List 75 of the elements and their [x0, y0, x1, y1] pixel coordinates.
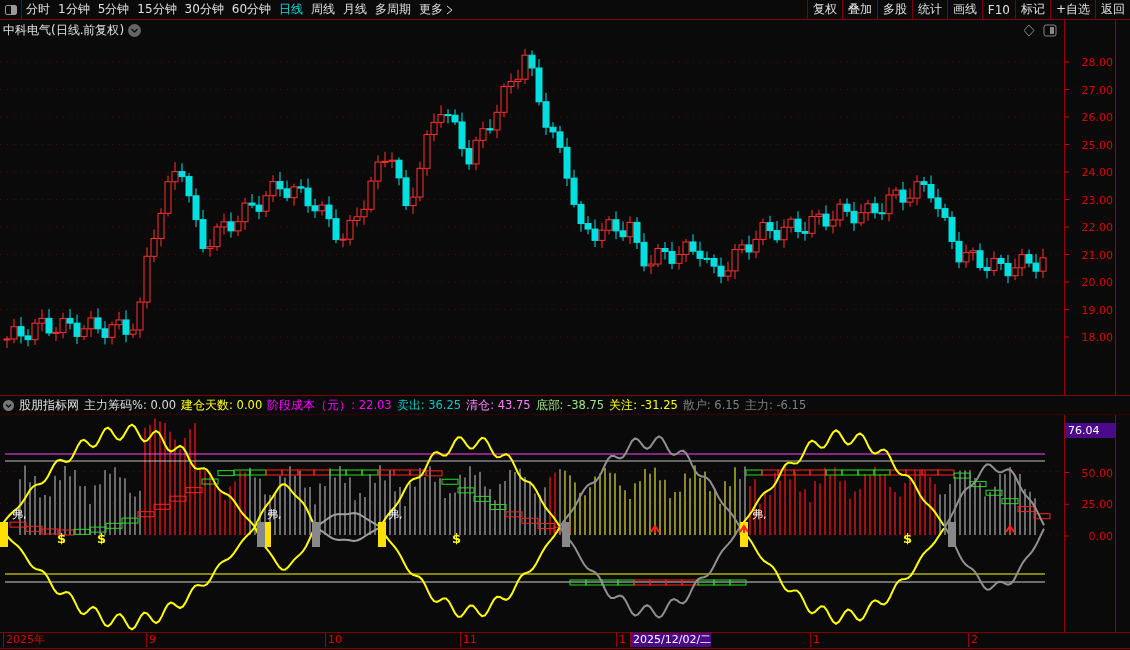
up-arrow-icon	[1005, 524, 1015, 534]
period-tab[interactable]: 分时	[22, 0, 54, 19]
indicator-value: 关注: -31.25	[609, 397, 678, 413]
buy-mark-label: 弗,	[388, 508, 403, 521]
price-axis-label: 22.00	[1081, 221, 1113, 234]
signal-label: $	[97, 531, 107, 546]
indicator-value: 阶段成本（元）: 22.03	[267, 397, 392, 413]
price-axis-label: 19.00	[1081, 303, 1113, 317]
date-label: 10	[325, 633, 342, 647]
period-tab[interactable]: 30分钟	[180, 0, 228, 19]
price-axis-label: 24.00	[1081, 166, 1113, 179]
indicator-axis-label: 50.00	[1081, 466, 1113, 480]
value-badge: 76.04	[1065, 423, 1115, 438]
price-axis-label: 23.00	[1081, 193, 1113, 207]
price-axis-label: 27.00	[1081, 83, 1113, 97]
indicator-axis-label: 0.00	[1088, 530, 1113, 543]
toolbar-button[interactable]: 统计	[911, 0, 947, 19]
stock-title: 中科电气(日线.前复权)	[3, 22, 125, 39]
signal-block	[378, 522, 386, 547]
toolbar-button[interactable]: 画线	[946, 0, 982, 19]
indicator-value: 底部: -38.75	[535, 397, 605, 413]
up-arrow-icon	[739, 524, 749, 534]
up-arrow-icon	[650, 524, 660, 534]
dropdown-icon[interactable]	[128, 24, 142, 37]
period-tab[interactable]: 60分钟	[227, 0, 276, 19]
panel-toggle-icon[interactable]	[1043, 24, 1057, 37]
indicator-name: 股朋指标网	[19, 397, 79, 413]
signal-block	[0, 522, 8, 547]
period-tab[interactable]: 日线	[275, 0, 308, 19]
signal-block	[740, 522, 748, 547]
price-axis-label: 26.00	[1081, 111, 1113, 124]
signal-block	[562, 522, 570, 547]
indicator-value: 主力筹码%: 0.00	[84, 397, 177, 413]
price-axis-label: 21.00	[1081, 248, 1113, 262]
signal-block	[312, 522, 320, 547]
indicator-axis-label: 25.00	[1081, 498, 1113, 512]
price-axis-label: 20.00	[1081, 276, 1113, 289]
date-label: 2025/12/02/二	[630, 633, 712, 647]
signal-label: $	[57, 531, 67, 546]
collapse-icon[interactable]	[3, 399, 14, 411]
signal-block	[948, 522, 956, 547]
signal-label: $	[452, 531, 462, 546]
toolbar-button[interactable]: +自选	[1049, 0, 1095, 19]
date-label: 2	[968, 633, 978, 647]
toolbar-button[interactable]: 复权	[806, 0, 842, 19]
indicator-value: 清仓: 43.75	[466, 397, 531, 413]
period-tab[interactable]: 5分钟	[93, 0, 134, 19]
price-axis-label: 28.00	[1081, 56, 1113, 69]
more-button[interactable]: 更多	[415, 0, 458, 19]
indicator-value: 主力: -6.15	[744, 397, 807, 413]
period-tab[interactable]: 多周期	[371, 0, 416, 19]
diamond-icon[interactable]	[1024, 24, 1035, 37]
date-label: 1	[616, 633, 626, 647]
toolbar-button[interactable]: 标记	[1014, 0, 1050, 19]
date-label: 2025年	[3, 633, 45, 647]
indicator-value: 卖出: 36.25	[396, 397, 462, 413]
date-label: 1	[810, 633, 820, 647]
price-axis-label: 25.00	[1081, 138, 1113, 152]
period-tab[interactable]: 月线	[339, 0, 372, 19]
toolbar-button[interactable]: 返回	[1095, 0, 1130, 19]
buy-mark-label: 弗,	[12, 508, 27, 521]
period-tab[interactable]: 15分钟	[133, 0, 181, 19]
signal-label: $	[903, 531, 913, 546]
period-tab[interactable]: 周线	[307, 0, 340, 19]
chevron-icon	[446, 4, 454, 15]
indicator-value: 建仓天数: 0.00	[181, 397, 263, 413]
toolbar-button[interactable]: F10	[981, 0, 1015, 19]
toolbar-button[interactable]: 叠加	[841, 0, 877, 19]
buy-mark-label: 弗,	[267, 508, 282, 521]
indicator-value: 散户: 6.15	[682, 397, 740, 413]
period-tab[interactable]: 1分钟	[54, 0, 94, 19]
date-label: 11	[460, 633, 477, 647]
price-axis-label: 18.00	[1081, 331, 1113, 344]
toolbar-button[interactable]: 多股	[876, 0, 912, 19]
date-label: 9	[146, 633, 156, 647]
